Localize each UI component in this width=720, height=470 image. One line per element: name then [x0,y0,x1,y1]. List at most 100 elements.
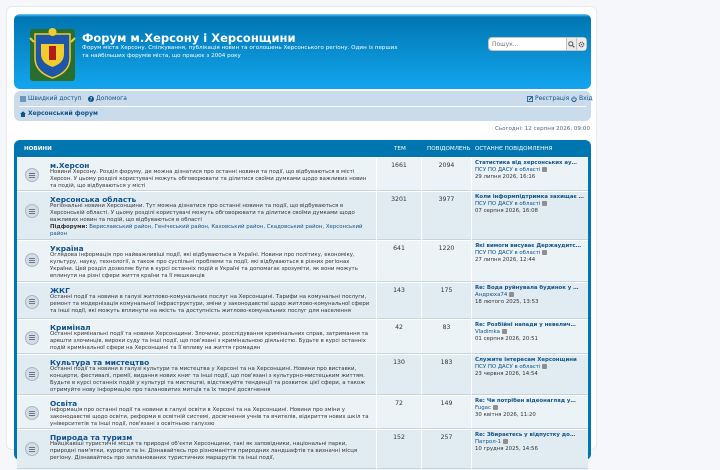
advanced-search-button[interactable] [576,38,586,50]
forum-description: Інформація про останні події та новини в… [50,407,369,427]
quick-access-label: Швидкий доступ [28,95,82,102]
forum-read-icon [25,406,39,420]
search-icon [568,40,575,48]
forum-description: Новини Херсону. Розділ форуму, де можна … [50,169,367,189]
view-latest-post-icon[interactable] [542,201,548,206]
last-post: Які вимоги висуває Держаудитс… ПСУ ПО ДАС… [475,243,587,264]
login-link[interactable]: Вхід [571,95,592,102]
last-post-title[interactable]: Re: Збираєтесь у відпустку до… [475,432,587,439]
topic-count: 152 [393,434,405,441]
search-input[interactable] [489,38,566,50]
last-post-author[interactable]: ПСУ ПО ДАСУ в області [475,201,540,207]
forum-list-header: НОВИНИ ТЕМ ПОВІДОМЛЕНЬ ОСТАННЄ ПОВІДОМЛЕ… [17,140,588,157]
last-post-author[interactable]: ПСУ ПО ДАСУ в області [475,364,540,370]
last-post: Коли інформпідтримка захищає … ПСУ ПО ДАС… [475,194,587,215]
last-post-date: 07 серпня 2026, 16:08 [475,208,538,214]
topic-count: 42 [395,324,403,331]
help-label: Допомога [96,95,127,102]
last-post-date: 01 серпня 2026, 20:51 [475,336,538,342]
view-latest-post-icon[interactable] [542,167,548,172]
column-divider [471,241,472,283]
site-logo[interactable] [27,24,78,84]
view-latest-post-icon[interactable] [492,405,498,410]
column-divider [376,396,377,430]
last-post-title[interactable]: Коли інформпідтримка захищає … [475,194,587,201]
forum-row: Україна Оглядова інформація про найважлив… [17,240,588,283]
forum-list: НОВИНИ ТЕМ ПОВІДОМЛЕНЬ ОСТАННЄ ПОВІДОМЛЕ… [14,140,591,470]
column-divider [471,320,472,355]
forum-read-icon [25,253,39,267]
home-icon [20,110,26,117]
last-post-title[interactable]: Re: Вода руйнувала будинок у … [475,285,587,292]
forum-row: Кримінал Останні кримінальні події та нов… [17,319,588,355]
last-post-author[interactable]: Андрюха74 [475,292,507,298]
column-divider [471,283,472,320]
last-post-date: 30 квітня 2026, 11:20 [475,412,536,418]
forum-read-icon [25,294,39,309]
view-latest-post-icon[interactable] [501,329,507,334]
last-post-author[interactable]: Vladimka [475,329,500,335]
view-latest-post-icon[interactable] [542,364,548,369]
site-header: Форум м.Херсону і Херсонщини Форум міста… [14,14,591,89]
quick-access-menu[interactable]: Швидкий доступ [20,95,81,102]
topics-column-header: ТЕМ [394,146,406,152]
last-post-author[interactable]: ПСУ ПО ДАСУ в області [475,167,540,173]
column-divider [421,192,422,241]
navbar: Швидкий доступ ? Допомога Реєстрація Вхі… [14,91,592,121]
breadcrumb[interactable]: Херсонський форум [20,110,98,117]
category-title[interactable]: НОВИНИ [24,146,52,152]
last-post: Re: Чи потрібен відеонагляд у… Fugac 30 к… [475,398,587,419]
column-divider [471,430,472,470]
column-divider [376,158,377,192]
last-post-title[interactable]: Re: Чи потрібен відеонагляд у… [475,398,587,405]
view-latest-post-icon[interactable] [502,439,508,444]
column-divider [376,430,377,470]
breadcrumb-home: Херсонський форум [28,110,98,117]
last-post-title[interactable]: Re: Розбійні напади у невелич… [475,322,587,329]
column-divider [471,158,472,192]
forum-row: Херсонська область Регіональні новини Хер… [17,191,588,241]
last-post-author[interactable]: Fugac [475,405,491,411]
post-count: 83 [442,324,451,331]
last-post-author[interactable]: ПСУ ПО ДАСУ в області [475,250,540,256]
column-divider [421,396,422,430]
register-link[interactable]: Реєстрація [527,95,569,102]
subforums: Підфоруми: Бериславський район, Генічесь… [50,224,370,238]
last-post-title[interactable]: Які вимоги висуває Держаудитс… [475,243,587,250]
last-post-date: 23 червня 2026, 14:54 [475,371,538,377]
forum-description: Найцікавіші туристичні місця та природні… [50,441,358,461]
last-post-date: 29 липня 2026, 16:16 [475,174,536,180]
last-post-date: 27 липня 2026, 12:44 [475,257,536,263]
view-latest-post-icon[interactable] [542,250,548,255]
search-button[interactable] [566,38,576,50]
register-label: Реєстрація [535,95,570,102]
forum-description: Останні кримінальні події та новини Херс… [50,331,368,351]
site-title[interactable]: Форум м.Херсону і Херсонщини [82,31,296,45]
forum-read-icon [25,367,39,381]
subforums-label: Підфоруми: [50,224,88,230]
last-post-date: 18 лютого 2025, 13:53 [475,299,539,305]
forum-description: Останні події та новини в галузі житлово… [50,294,370,314]
forum-description: Останні події та новини в галузі культур… [50,366,366,393]
post-count: 149 [440,400,453,407]
column-divider [421,430,422,470]
forum-row: Культура та мистецтво Останні події та но… [17,354,588,396]
help-link[interactable]: ? Допомога [88,95,127,102]
column-divider [421,355,422,396]
svg-text:?: ? [90,97,93,102]
column-divider [376,283,377,320]
last-post-title[interactable]: Статистика від херсонських ау… [475,160,587,167]
subforum-links[interactable]: Бериславський район, Генічеський район, … [50,224,362,237]
post-count: 1220 [438,245,455,252]
last-post-column-header: ОСТАННЄ ПОВІДОМЛЕННЯ [475,146,553,152]
forum-description: Оглядова інформація про найважливіші под… [50,252,358,279]
last-post-title[interactable]: Служите інтересам Херсонщини [475,357,587,364]
posts-column-header: ПОВІДОМЛЕНЬ [427,146,471,152]
topic-count: 3201 [391,196,407,203]
forum-row: Природа та туризм Найцікавіші туристичні … [17,429,588,470]
column-divider [471,355,472,396]
last-post-author[interactable]: Патрол-1 [475,439,501,445]
view-latest-post-icon[interactable] [508,292,514,297]
edit-icon [527,95,533,102]
topic-count: 641 [393,245,405,252]
